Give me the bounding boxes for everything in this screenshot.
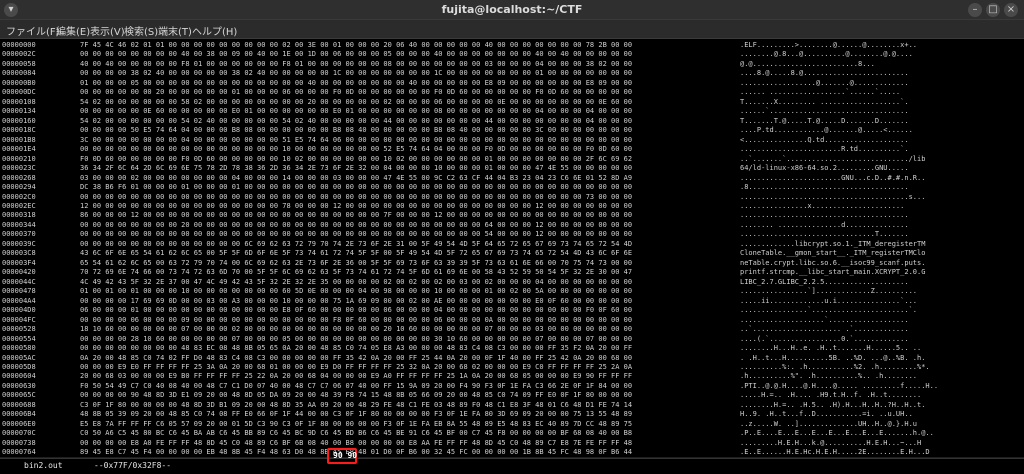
- menu-edit[interactable]: 編集(E): [56, 23, 90, 38]
- close-icon[interactable]: ×: [1004, 3, 1018, 17]
- menu-bar: ファイル(F) 編集(E) 表示(V) 検索(S) 端末(T) ヘルプ(H): [0, 20, 1024, 39]
- highlighted-bytes: 90 90: [333, 451, 358, 460]
- menu-view[interactable]: 表示(V): [90, 23, 125, 38]
- menu-file[interactable]: ファイル(F): [6, 23, 60, 38]
- window-title: fujita@localhost:~/CTF: [441, 3, 583, 16]
- menu-terminal[interactable]: 端末(T): [158, 23, 192, 38]
- maximize-icon[interactable]: □: [986, 3, 1000, 17]
- hex-editor-view[interactable]: 00000000 7F 45 4C 46 02 01 01 00 00 00 00…: [0, 39, 1024, 457]
- title-bar: ▾ fujita@localhost:~/CTF – □ ×: [0, 0, 1024, 20]
- status-bar: bin2.out --0x77F/0x32F8--: [0, 458, 1024, 474]
- menu-help[interactable]: ヘルプ(H): [192, 23, 237, 38]
- minimize-icon[interactable]: –: [968, 3, 982, 17]
- menu-search[interactable]: 検索(S): [124, 23, 158, 38]
- status-position: --0x77F/0x32F8--: [94, 461, 172, 470]
- status-filename: bin2.out: [24, 461, 63, 470]
